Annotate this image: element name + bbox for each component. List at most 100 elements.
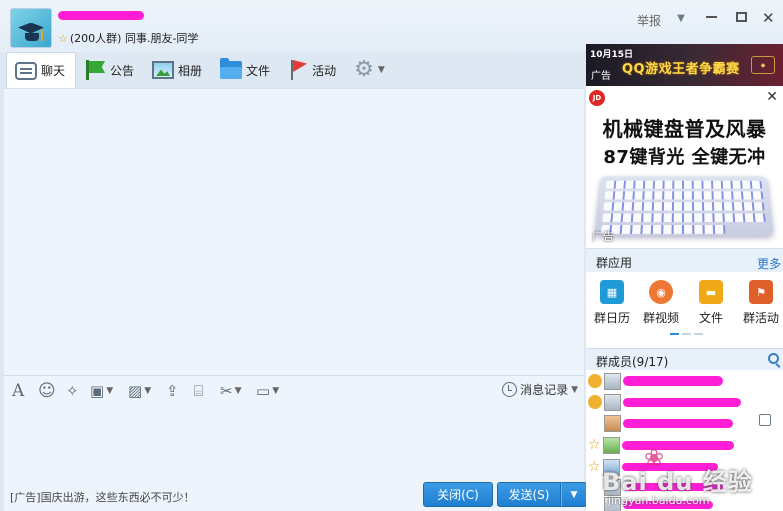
send-options-button[interactable]: ▼ [561,482,587,507]
minimize-button[interactable] [706,16,717,18]
upload-icon[interactable]: ⇪ [166,380,179,402]
group-apps-list: ▦ 群日历 ◉ 群视频 ▬ 文件 ⚑ 群活动 [586,272,783,342]
close-window-button[interactable]: ✕ [762,9,775,27]
tab-notice[interactable]: 公告 [76,53,144,87]
gift-icon[interactable]: ⌸ [194,380,203,402]
more-link[interactable]: 更多 [757,255,781,272]
gif-icon[interactable]: ▣ ▼ [90,380,113,402]
group-meta: ☆ (200人群) 同事.朋友-同学 [58,30,198,46]
redaction-scribble [62,14,132,20]
screen-share-icon[interactable]: ▭ ▼ [256,380,279,402]
tab-activity[interactable]: 活动 [280,53,346,87]
list-item[interactable] [588,412,733,434]
app-video[interactable]: ◉ 群视频 [635,280,687,326]
close-button[interactable]: 关闭(C) [423,482,493,507]
app-files[interactable]: ▬ 文件 [685,280,737,326]
baidu-watermark: ❀ Bai du 经验 jingyan.baidu.com [602,444,782,510]
redaction-scribble [623,376,723,386]
chevron-down-icon: ▼ [571,384,578,395]
watermark-text: Bai du 经验 [602,468,753,496]
keyboard-ad[interactable]: JD ✕ 机械键盘普及风暴 87键背光 全键无冲 广告 [586,87,783,248]
list-item[interactable] [588,391,741,413]
input-toolbar: A ☺ ✧ ▣ ▼ ▨ ▼ ⇪ ⌸ ✂ ▼ ▭ ▼ 消息记录 ▼ [4,375,584,405]
avatar [604,393,621,411]
scissors-icon[interactable]: ✂ ▼ [220,380,242,402]
admin-icon [588,395,602,409]
video-camera-icon: ◉ [649,280,673,304]
app-label: 群日历 [593,311,630,325]
image-icon[interactable]: ▨ ▼ [128,380,151,402]
send-button[interactable]: 发送(S) [497,482,561,507]
chevron-down-icon[interactable]: ▼ [675,12,687,24]
game-logo-icon: ◆ [751,56,775,74]
gear-icon: ⚙ [354,57,374,82]
activity-flag-icon: ⚑ [749,280,773,304]
magic-wand-icon[interactable]: ✧ [66,380,79,402]
ad-label: 广告 [591,71,611,82]
flag-icon [84,60,106,80]
app-calendar[interactable]: ▦ 群日历 [586,280,638,326]
owner-icon [588,374,602,388]
star-icon: ☆ [588,459,601,475]
chevron-down-icon: ▼ [377,65,385,75]
bottom-bar: [广告]国庆出游，这些东西必不可少！ 关闭(C) 发送(S) ▼ [4,480,587,511]
message-record-button[interactable]: 消息记录 ▼ [502,381,578,398]
group-name-redacted [56,8,148,25]
app-label: 群活动 [742,311,779,325]
chevron-down-icon: ▼ [570,489,578,500]
members-title: 群成员(9/17) [596,355,669,369]
ad-subline: 87键背光 全键无冲 [603,147,766,168]
report-button[interactable]: 举报 [637,12,661,29]
ad-title: QQ游戏王者争霸赛 [622,62,740,77]
folder-icon [220,58,243,79]
tab-chat[interactable]: 聊天 [6,52,77,88]
app-label: 文件 [698,311,723,325]
game-ad-banner[interactable]: 10月15日 广告 QQ游戏王者争霸赛 ◆ [586,44,783,86]
message-history[interactable] [4,88,584,375]
font-icon[interactable]: A [12,380,24,402]
group-apps-title: 群应用 [596,256,633,270]
graduation-cap-base [25,33,39,41]
keyboard-image [594,176,774,236]
list-item[interactable] [588,370,723,392]
redaction-scribble [623,397,741,407]
maximize-button[interactable] [736,12,747,22]
app-activity[interactable]: ⚑ 群活动 [735,280,783,326]
ad-label: 广告 [592,230,614,243]
member-list[interactable]: ☆ ☆ ❀ Bai du 经验 jingyan.baidu.com [586,370,783,511]
emoji-icon[interactable]: ☺ [38,380,56,402]
avatar [604,372,621,390]
tab-label: 聊天 [41,64,66,78]
star-icon: ☆ [58,31,68,45]
redaction-scribble [623,418,733,428]
settings-menu[interactable]: ⚙ ▼ [346,53,395,87]
app-label: 群视频 [642,311,679,325]
avatar [604,414,621,432]
star-icon: ☆ [588,437,601,453]
tab-album[interactable]: 相册 [144,53,212,87]
message-input[interactable] [4,405,584,480]
watermark-url: jingyan.baidu.com [608,494,710,507]
tab-label: 相册 [178,63,203,78]
message-record-label: 消息记录 [520,383,569,397]
ad-headline: 机械键盘普及风暴 [602,117,767,141]
group-avatar[interactable] [10,8,52,48]
clock-icon [502,382,518,397]
tab-files[interactable]: 文件 [212,53,280,87]
calendar-icon: ▦ [600,280,624,304]
folder-icon: ▬ [699,280,723,304]
red-flag-icon [288,59,308,81]
tab-label: 公告 [110,63,135,78]
search-icon[interactable] [768,353,779,364]
bottom-ad-link[interactable]: [广告]国庆出游，这些东西必不可少！ [10,489,195,505]
close-icon[interactable]: ✕ [766,90,778,104]
members-header: 群成员(9/17) [586,348,783,370]
tab-label: 活动 [312,63,337,78]
right-sidebar: 10月15日 广告 QQ游戏王者争霸赛 ◆ JD ✕ 机械键盘普及风暴 87键背… [586,44,783,511]
photo-icon [152,61,175,79]
pager-dots [670,333,703,335]
tab-label: 文件 [246,63,271,78]
edit-icon[interactable] [759,414,771,426]
graduation-cap-tassel [41,30,43,41]
group-apps-header: 群应用 更多 [586,248,783,272]
